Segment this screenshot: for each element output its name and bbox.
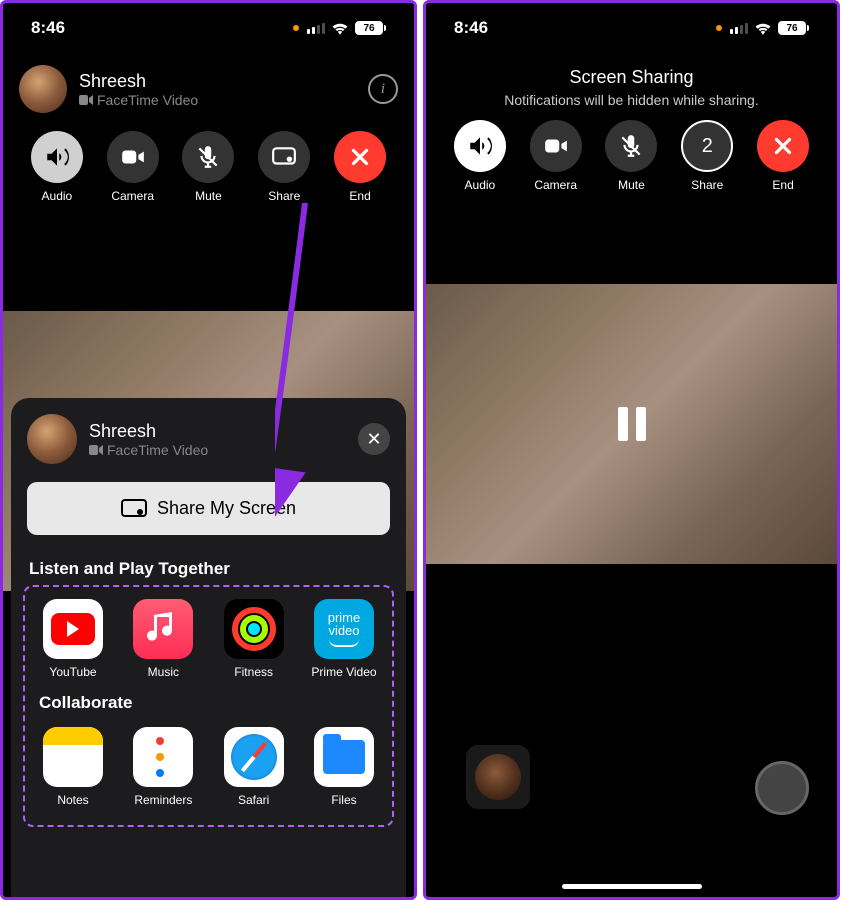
share-button[interactable]: [258, 131, 310, 183]
info-button[interactable]: i: [368, 74, 398, 104]
status-time: 8:46: [31, 18, 65, 38]
self-avatar: [475, 754, 521, 800]
youtube-label: YouTube: [49, 665, 96, 679]
audio-button[interactable]: [454, 120, 506, 172]
battery-icon: 76: [778, 21, 809, 35]
wifi-icon: [331, 21, 349, 35]
end-button[interactable]: [757, 120, 809, 172]
caller-name: Shreesh: [79, 71, 356, 92]
wifi-icon: [754, 21, 772, 35]
camera-button[interactable]: [107, 131, 159, 183]
sharing-title: Screen Sharing: [446, 67, 817, 88]
home-indicator[interactable]: [562, 884, 702, 889]
status-icons: 76: [716, 21, 809, 35]
avatar: [19, 65, 67, 113]
notes-label: Notes: [57, 793, 88, 807]
music-app[interactable]: [133, 599, 193, 659]
prime-label: Prime Video: [311, 665, 376, 679]
safari-label: Safari: [238, 793, 269, 807]
mute-label: Mute: [618, 178, 645, 192]
files-label: Files: [331, 793, 356, 807]
battery-level: 76: [355, 21, 383, 35]
end-label: End: [349, 189, 370, 203]
close-button[interactable]: ✕: [358, 423, 390, 455]
fitness-label: Fitness: [234, 665, 273, 679]
camera-label: Camera: [534, 178, 577, 192]
audio-label: Audio: [42, 189, 73, 203]
audio-button[interactable]: [31, 131, 83, 183]
highlighted-apps: YouTube Music Fitness primevideo: [23, 585, 394, 827]
share-countdown-button[interactable]: 2: [681, 120, 733, 172]
battery-level: 76: [778, 21, 806, 35]
call-controls: Audio Camera Mute 2 Share End: [426, 114, 837, 204]
video-icon: [79, 95, 93, 105]
call-header: Shreesh FaceTime Video i: [3, 53, 414, 125]
status-bar: 8:46 76: [3, 3, 414, 53]
right-phone-screen: 8:46 76 Screen Sharing Notifications wil…: [423, 0, 840, 900]
share-sheet: Shreesh FaceTime Video ✕ Share My Screen…: [11, 398, 406, 897]
camera-indicator-dot: [716, 25, 722, 31]
mute-button[interactable]: [605, 120, 657, 172]
fitness-app[interactable]: [224, 599, 284, 659]
signal-icon: [730, 23, 748, 34]
call-type: FaceTime Video: [79, 92, 356, 108]
pip-self-view[interactable]: [466, 745, 530, 809]
listen-play-title: Listen and Play Together: [27, 559, 390, 579]
call-controls: Audio Camera Mute Share End: [3, 125, 414, 215]
files-app[interactable]: [314, 727, 374, 787]
reminders-app[interactable]: [133, 727, 193, 787]
status-bar: 8:46 76: [426, 3, 837, 53]
status-time: 8:46: [454, 18, 488, 38]
pause-icon: [618, 407, 646, 441]
screen-sharing-header: Screen Sharing Notifications will be hid…: [426, 53, 837, 114]
sheet-subtitle: FaceTime Video: [89, 442, 346, 458]
camera-label: Camera: [111, 189, 154, 203]
left-phone-screen: 8:46 76 Shreesh FaceTime Video i A: [0, 0, 417, 900]
camera-indicator-dot: [293, 25, 299, 31]
battery-icon: 76: [355, 21, 386, 35]
video-icon: [89, 445, 103, 455]
safari-app[interactable]: [224, 727, 284, 787]
mute-button[interactable]: [182, 131, 234, 183]
prime-video-app[interactable]: primevideo: [314, 599, 374, 659]
camera-shutter-button[interactable]: [755, 761, 809, 815]
signal-icon: [307, 23, 325, 34]
end-button[interactable]: [334, 131, 386, 183]
sharing-subtitle: Notifications will be hidden while shari…: [446, 92, 817, 108]
share-label: Share: [691, 178, 723, 192]
youtube-app[interactable]: [43, 599, 103, 659]
sheet-avatar: [27, 414, 77, 464]
status-icons: 76: [293, 21, 386, 35]
reminders-label: Reminders: [134, 793, 192, 807]
music-label: Music: [148, 665, 179, 679]
video-preview: [426, 284, 837, 564]
collaborate-title: Collaborate: [29, 693, 388, 713]
end-label: End: [772, 178, 793, 192]
camera-button[interactable]: [530, 120, 582, 172]
notes-app[interactable]: [43, 727, 103, 787]
sheet-name: Shreesh: [89, 421, 346, 442]
mute-label: Mute: [195, 189, 222, 203]
share-label: Share: [268, 189, 300, 203]
audio-label: Audio: [465, 178, 496, 192]
share-my-screen-button[interactable]: Share My Screen: [27, 482, 390, 535]
screen-share-icon: [121, 499, 147, 519]
